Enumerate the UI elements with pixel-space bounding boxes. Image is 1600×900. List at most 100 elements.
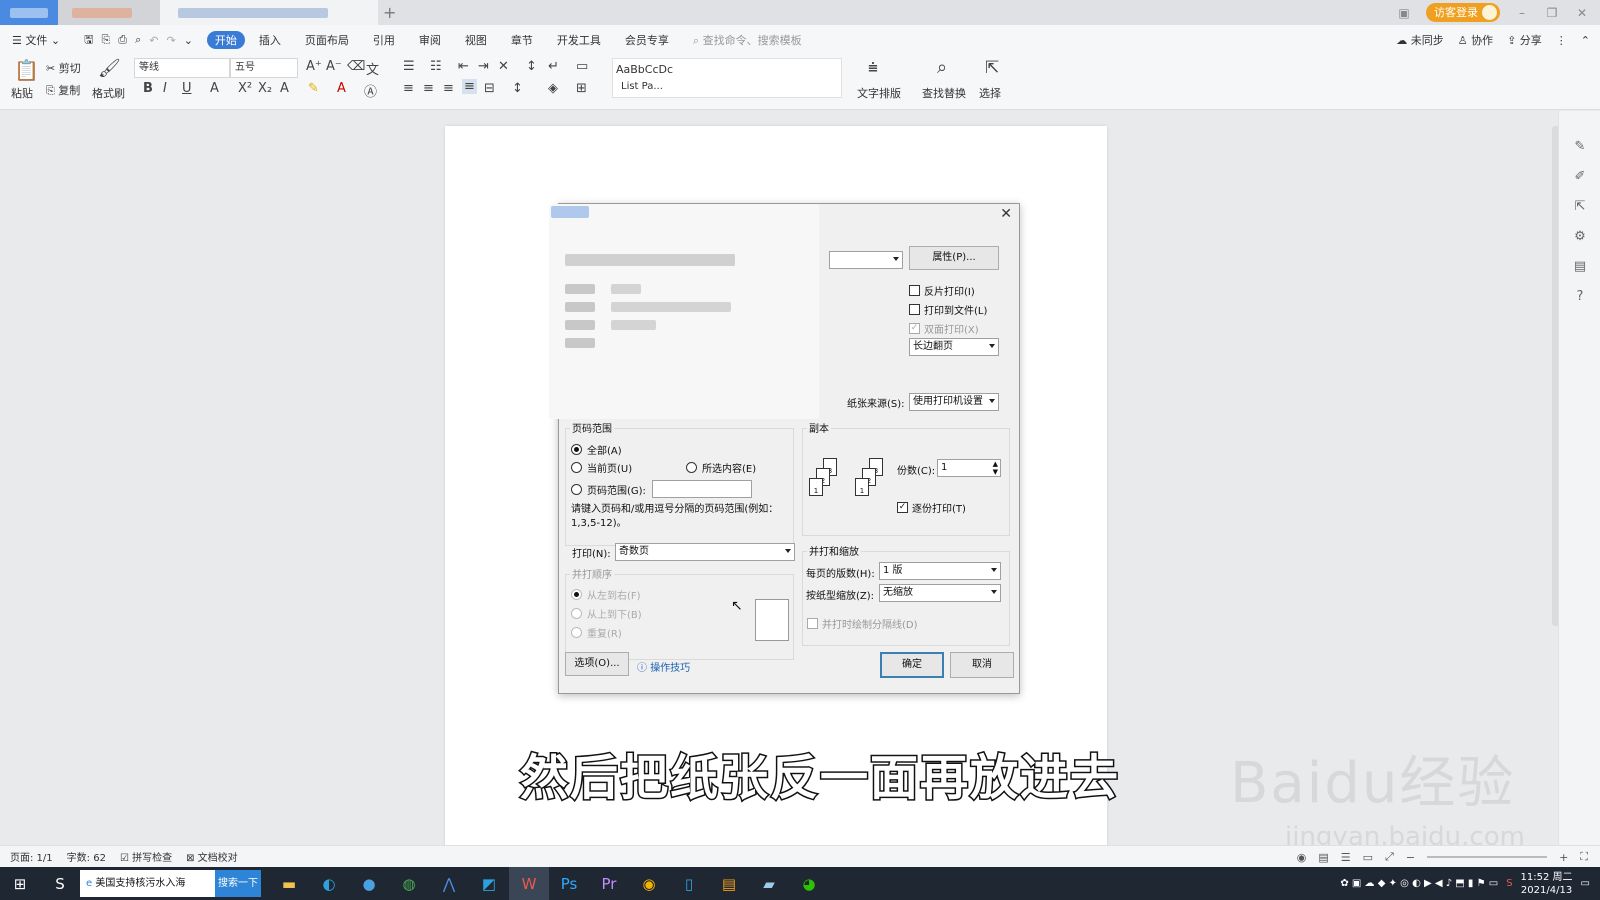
italic-icon[interactable]: I <box>163 81 167 96</box>
numbering-icon[interactable]: ☷ <box>430 59 442 74</box>
app-s-icon[interactable]: S <box>40 867 80 900</box>
tab-chapter[interactable]: 章节 <box>511 32 533 48</box>
format-painter-label[interactable]: 格式刷 <box>92 85 125 101</box>
draw-app-icon[interactable]: ⋀ <box>429 867 469 900</box>
line-spacing-icon[interactable]: ↕ <box>512 81 523 96</box>
order-repeat-radio[interactable]: 重复(R) <box>571 625 622 640</box>
indent-icon[interactable]: ⇥ <box>478 59 489 74</box>
tab-blurred-2[interactable] <box>160 0 378 25</box>
bold-icon[interactable]: B <box>143 81 153 96</box>
underline-icon[interactable]: U <box>182 81 192 96</box>
range-all-radio[interactable]: 全部(A) <box>571 442 622 457</box>
options-button[interactable]: 选项(O)... <box>565 652 629 676</box>
outline-view-icon[interactable]: ☰ <box>1341 851 1351 864</box>
more-icon[interactable]: ⋮ <box>1556 34 1567 47</box>
clear-format-icon[interactable]: ⌫ <box>347 59 365 74</box>
fit-page-icon[interactable]: ⤢ <box>1385 850 1394 864</box>
proofread-button[interactable]: ⊠ 文档校对 <box>186 849 238 864</box>
tab-blurred-1[interactable] <box>58 0 160 25</box>
range-current-radio[interactable]: 当前页(U) <box>571 460 632 475</box>
zoom-in-icon[interactable]: + <box>1559 851 1568 864</box>
wechat-icon[interactable]: ◕ <box>789 867 829 900</box>
text-effect-icon[interactable]: A <box>280 81 289 96</box>
close-window-icon[interactable]: ✕ <box>1574 6 1590 20</box>
order-top-bottom-radio[interactable]: 从上到下(B) <box>571 606 642 621</box>
explorer-icon[interactable]: ▬ <box>269 867 309 900</box>
tile-icon[interactable]: ▣ <box>1396 6 1412 20</box>
input-method-icon[interactable]: S <box>1506 878 1512 889</box>
style-gallery[interactable]: AaBbCcDc List Pa... <box>612 58 842 98</box>
notification-icon[interactable]: ▭ <box>1581 878 1590 889</box>
superscript-icon[interactable]: X² <box>238 81 252 96</box>
tab-references[interactable]: 引用 <box>373 32 395 48</box>
text-layout-icon[interactable]: ⩧ <box>868 58 878 78</box>
sidebar-cursor-icon[interactable]: ⇱ <box>1571 199 1589 214</box>
reverse-print-checkbox[interactable]: 反片打印(I) <box>909 283 975 298</box>
command-search[interactable]: ⌕ 查找命令、搜索模板 <box>693 32 802 48</box>
page-range-input[interactable] <box>652 480 752 498</box>
sync-button[interactable]: ☁ 未同步 <box>1396 32 1444 48</box>
tray-icons[interactable]: ✿ ▣ ☁ ◆ ✦ ◎ ◐ ▶ ◀ ♪ ⬒ ▮ ⚑ ▭ <box>1340 878 1498 889</box>
sidebar-help-icon[interactable]: ? <box>1571 289 1589 304</box>
tab-review[interactable]: 审阅 <box>419 32 441 48</box>
wps-writer-icon[interactable]: W <box>509 867 549 900</box>
format-painter-icon[interactable]: 🖌 <box>98 58 121 79</box>
collate-checkbox[interactable]: ✓ 逐份打印(T) <box>897 500 966 515</box>
zoom-slider[interactable] <box>1427 856 1548 858</box>
taskbar-search-button[interactable]: 搜索一下 <box>215 870 261 897</box>
tab-developer[interactable]: 开发工具 <box>557 32 601 48</box>
chrome-icon[interactable]: ◉ <box>629 867 669 900</box>
font-name-select[interactable]: 等线 <box>134 58 230 78</box>
collapse-ribbon-icon[interactable]: ⌃ <box>1581 34 1590 47</box>
align-left-icon[interactable]: ≡ <box>403 81 414 96</box>
taskbar-search-input[interactable]: e 美国支持核污水入海 <box>80 870 215 897</box>
align-center-icon[interactable]: ≡ <box>423 81 434 96</box>
strikethrough-icon[interactable]: A <box>210 81 219 96</box>
draw-borders-checkbox[interactable]: 并打时绘制分隔线(D) <box>807 616 918 631</box>
grow-font-icon[interactable]: A⁺ <box>306 59 322 74</box>
highlight-icon[interactable]: ✎ <box>308 81 319 96</box>
copies-spinner-icon[interactable]: ▲ ▼ <box>993 460 998 476</box>
green-app-icon[interactable]: ◍ <box>389 867 429 900</box>
preview-icon[interactable]: ⌕ <box>135 33 141 47</box>
pages-per-sheet-select[interactable]: 1 版 <box>879 562 1001 580</box>
printer-select[interactable] <box>829 251 903 269</box>
new-tab-icon[interactable]: + <box>383 3 396 22</box>
char-border-icon[interactable]: Ⓐ <box>364 81 377 100</box>
range-pages-radio[interactable]: 页码范围(G): <box>571 482 646 497</box>
find-replace-label[interactable]: 查找替换 <box>922 85 966 101</box>
print-icon[interactable]: ⎙ <box>118 33 127 47</box>
cancel-button[interactable]: 取消 <box>950 652 1014 678</box>
undo-icon[interactable]: ↶ <box>149 34 158 47</box>
table-cell-icon[interactable]: ▭ <box>576 59 588 74</box>
sidebar-backup-icon[interactable]: ▤ <box>1571 259 1589 274</box>
find-replace-icon[interactable]: ⌕ <box>937 57 947 78</box>
tab-home[interactable] <box>0 0 58 25</box>
select-label[interactable]: 选择 <box>979 85 1001 101</box>
page-count[interactable]: 页面: 1/1 <box>10 849 53 864</box>
tab-page-layout[interactable]: 页面布局 <box>305 32 349 48</box>
collab-button[interactable]: ♙ 协作 <box>1458 32 1493 48</box>
edge-icon[interactable]: ◐ <box>309 867 349 900</box>
flip-mode-select[interactable]: 长边翻页 <box>909 338 999 356</box>
word-count[interactable]: 字数: 62 <box>67 849 106 864</box>
outdent-icon[interactable]: ⇤ <box>458 59 469 74</box>
distribute-icon[interactable]: ⊟ <box>484 81 495 96</box>
select-cursor-icon[interactable]: ⇱ <box>985 58 999 78</box>
menu-file[interactable]: ☰ 文件 ⌄ <box>12 32 60 48</box>
paste-icon[interactable]: 📋 <box>14 58 39 82</box>
paste-label[interactable]: 粘贴 <box>11 85 33 101</box>
copies-input[interactable]: 1 ▲ ▼ <box>937 459 1001 477</box>
sidebar-settings-icon[interactable]: ⚙ <box>1571 229 1589 244</box>
tab-insert[interactable]: 插入 <box>259 32 281 48</box>
order-left-right-radio[interactable]: 从左到右(F) <box>571 587 641 602</box>
paper-source-select[interactable]: 使用打印机设置 <box>909 393 999 411</box>
browser-icon[interactable]: ● <box>349 867 389 900</box>
fullscreen-icon[interactable]: ⛶ <box>1580 850 1588 864</box>
shrink-font-icon[interactable]: A⁻ <box>326 59 342 74</box>
dialog-close-icon[interactable]: ✕ <box>1000 206 1012 222</box>
photoshop-icon[interactable]: Ps <box>549 867 589 900</box>
tips-link[interactable]: ⓘ 操作技巧 <box>637 659 690 674</box>
range-selection-radio[interactable]: 所选内容(E) <box>686 460 756 475</box>
minimize-icon[interactable]: – <box>1514 6 1530 20</box>
